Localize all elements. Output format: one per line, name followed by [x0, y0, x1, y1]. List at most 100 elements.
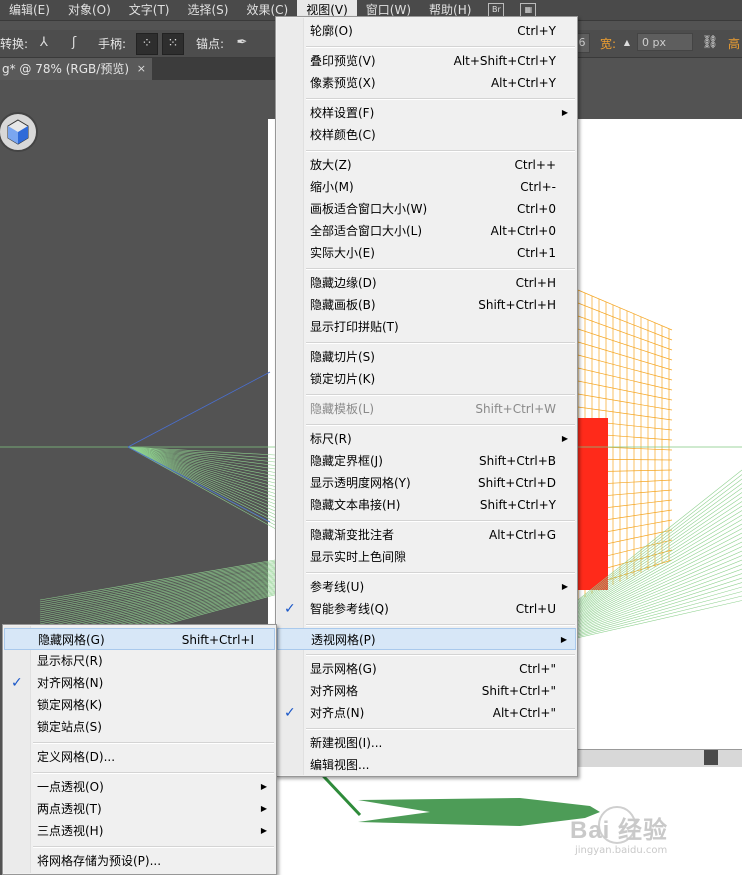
view-menu-item: 隐藏模板(L) Shift+Ctrl+W	[277, 398, 576, 420]
red-plane	[578, 418, 608, 590]
perspective-submenu-item-label: 锁定站点(S)	[37, 720, 102, 734]
view-menu-item-label: 全部适合窗口大小(L)	[310, 224, 423, 238]
view-menu-item[interactable]: 校样颜色(C)	[277, 124, 576, 146]
submenu-arrow-icon: ▶	[561, 434, 568, 443]
perspective-widget[interactable]	[0, 110, 40, 154]
view-menu-item-label: 参考线(U)	[310, 580, 365, 594]
view-menu-item-label: 智能参考线(Q)	[310, 602, 389, 616]
view-menu-item[interactable]: 轮廓(O) Ctrl+Y	[277, 20, 576, 42]
view-menu-item-shortcut: Ctrl+U	[515, 602, 556, 616]
view-menu-item[interactable]: 全部适合窗口大小(L) Alt+Ctrl+0	[277, 220, 576, 242]
view-menu-item-shortcut: Ctrl++	[514, 158, 556, 172]
submenu-arrow-icon: ▶	[561, 108, 568, 117]
view-menu-item-shortcut: Alt+Shift+Ctrl+Y	[453, 54, 556, 68]
menu-separator	[33, 742, 274, 744]
submenu-arrow-icon: ▶	[560, 635, 567, 644]
submenu-arrow-icon: ▶	[260, 826, 267, 835]
menu-separator	[306, 572, 575, 574]
perspective-submenu-item-label: 锁定网格(K)	[37, 698, 103, 712]
view-menu-item-label: 显示打印拼贴(T)	[310, 320, 399, 334]
view-menu: 轮廓(O) Ctrl+Y 叠印预览(V) Alt+Shift+Ctrl+Y 像素预览(X…	[275, 16, 578, 777]
view-menu-item[interactable]: 像素预览(X) Alt+Ctrl+Y	[277, 72, 576, 94]
perspective-grid-submenu: 隐藏网格(G) Shift+Ctrl+I 显示标尺(R) ✓ 对齐网格(N) 锁定网格(K…	[2, 624, 277, 875]
view-menu-item-label: 像素预览(X)	[310, 76, 376, 90]
view-menu-item-label: 隐藏模板(L)	[310, 402, 375, 416]
view-menu-item-shortcut: Alt+Ctrl+"	[492, 706, 556, 720]
perspective-submenu-item[interactable]: 定义网格(D)...	[4, 746, 275, 768]
view-menu-item[interactable]: 新建视图(I)...	[277, 732, 576, 754]
view-menu-item-label: 隐藏画板(B)	[310, 298, 376, 312]
view-menu-item-label: 校样设置(F)	[310, 106, 375, 120]
view-menu-item-shortcut: Ctrl+"	[519, 662, 556, 676]
menu-separator	[306, 46, 575, 48]
view-menu-item-shortcut: Alt+Ctrl+G	[488, 528, 556, 542]
view-menu-item[interactable]: ✓ 对齐点(N) Alt+Ctrl+"	[277, 702, 576, 724]
perspective-submenu-item[interactable]: 将网格存储为预设(P)...	[4, 850, 275, 872]
menu-separator	[306, 150, 575, 152]
view-menu-item[interactable]: 隐藏切片(S)	[277, 346, 576, 368]
view-menu-item[interactable]: 参考线(U) ▶	[277, 576, 576, 598]
view-menu-item-label: 隐藏文本串接(H)	[310, 498, 401, 512]
menu-separator	[33, 772, 274, 774]
perspective-submenu-item[interactable]: 两点透视(T) ▶	[4, 798, 275, 820]
view-menu-item[interactable]: 显示网格(G) Ctrl+"	[277, 658, 576, 680]
perspective-submenu-item[interactable]: 隐藏网格(G) Shift+Ctrl+I	[4, 628, 275, 650]
watermark-url: jingyan.baidu.com	[575, 845, 668, 856]
view-menu-item-label: 校样颜色(C)	[310, 128, 376, 142]
perspective-submenu-item[interactable]: 显示标尺(R)	[4, 650, 275, 672]
view-menu-item-label: 缩小(M)	[310, 180, 354, 194]
view-menu-item[interactable]: 锁定切片(K)	[277, 368, 576, 390]
view-menu-item[interactable]: 显示打印拼贴(T)	[277, 316, 576, 338]
view-menu-item[interactable]: 显示透明度网格(Y) Shift+Ctrl+D	[277, 472, 576, 494]
view-menu-item-shortcut: Alt+Ctrl+Y	[490, 76, 556, 90]
perspective-submenu-item[interactable]: 一点透视(O) ▶	[4, 776, 275, 798]
view-menu-item[interactable]: 画板适合窗口大小(W) Ctrl+0	[277, 198, 576, 220]
watermark-brand: Bai 经验	[570, 817, 669, 844]
submenu-arrow-icon: ▶	[561, 582, 568, 591]
view-menu-item-label: 标尺(R)	[310, 432, 352, 446]
view-menu-item[interactable]: 编辑视图...	[277, 754, 576, 776]
view-menu-item-shortcut: Shift+Ctrl+"	[481, 684, 556, 698]
perspective-submenu-item-label: 一点透视(O)	[37, 780, 104, 794]
view-menu-item[interactable]: 隐藏边缘(D) Ctrl+H	[277, 272, 576, 294]
view-menu-item-label: 锁定切片(K)	[310, 372, 376, 386]
view-menu-item-shortcut: Shift+Ctrl+D	[478, 476, 556, 490]
menu-separator	[306, 624, 575, 626]
perspective-submenu-item[interactable]: 锁定网格(K)	[4, 694, 275, 716]
view-menu-item-label: 放大(Z)	[310, 158, 352, 172]
view-menu-item-shortcut: Shift+Ctrl+W	[475, 402, 556, 416]
checkmark-icon: ✓	[11, 675, 23, 691]
perspective-submenu-item-label: 隐藏网格(G)	[38, 633, 105, 647]
view-menu-item-shortcut: Shift+Ctrl+Y	[479, 498, 556, 512]
view-menu-item[interactable]: 显示实时上色间隙	[277, 546, 576, 568]
view-menu-item-shortcut: Alt+Ctrl+0	[490, 224, 556, 238]
perspective-submenu-item-label: 将网格存储为预设(P)...	[37, 854, 162, 868]
submenu-arrow-icon: ▶	[260, 782, 267, 791]
view-menu-item[interactable]: 叠印预览(V) Alt+Shift+Ctrl+Y	[277, 50, 576, 72]
view-menu-item-label: 透视网格(P)	[311, 633, 376, 647]
view-menu-item[interactable]: 隐藏定界框(J) Shift+Ctrl+B	[277, 450, 576, 472]
perspective-submenu-item-label: 两点透视(T)	[37, 802, 102, 816]
view-menu-item[interactable]: 放大(Z) Ctrl++	[277, 154, 576, 176]
view-menu-item-label: 隐藏定界框(J)	[310, 454, 383, 468]
view-menu-item[interactable]: 隐藏文本串接(H) Shift+Ctrl+Y	[277, 494, 576, 516]
view-menu-item[interactable]: 隐藏渐变批注者 Alt+Ctrl+G	[277, 524, 576, 546]
view-menu-item-shortcut: Ctrl+-	[520, 180, 556, 194]
view-menu-item[interactable]: 对齐网格 Shift+Ctrl+"	[277, 680, 576, 702]
menu-separator	[306, 342, 575, 344]
view-menu-item[interactable]: 缩小(M) Ctrl+-	[277, 176, 576, 198]
perspective-submenu-item-label: 定义网格(D)...	[37, 750, 116, 764]
view-menu-item[interactable]: 隐藏画板(B) Shift+Ctrl+H	[277, 294, 576, 316]
perspective-submenu-item[interactable]: 三点透视(H) ▶	[4, 820, 275, 842]
view-menu-item[interactable]: 实际大小(E) Ctrl+1	[277, 242, 576, 264]
perspective-submenu-item[interactable]: ✓ 对齐网格(N)	[4, 672, 275, 694]
view-menu-item-label: 轮廓(O)	[310, 24, 353, 38]
view-menu-item[interactable]: ✓ 智能参考线(Q) Ctrl+U	[277, 598, 576, 620]
view-menu-item[interactable]: 校样设置(F) ▶	[277, 102, 576, 124]
perspective-submenu-item[interactable]: 锁定站点(S)	[4, 716, 275, 738]
view-menu-item-label: 对齐点(N)	[310, 706, 365, 720]
view-menu-item[interactable]: 标尺(R) ▶	[277, 428, 576, 450]
view-menu-item[interactable]: 透视网格(P) ▶	[277, 628, 576, 650]
view-menu-item-shortcut: Shift+Ctrl+B	[479, 454, 556, 468]
checkmark-icon: ✓	[284, 601, 296, 617]
